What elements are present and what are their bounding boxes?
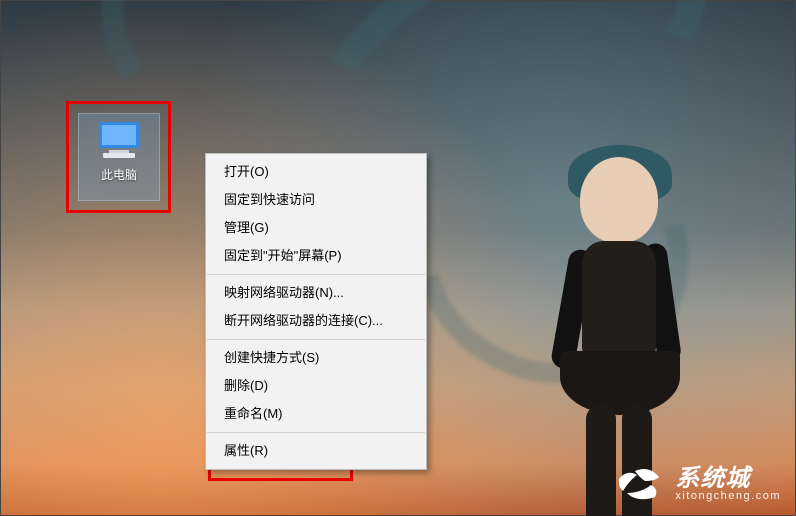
menu-item-rename[interactable]: 重命名(M) xyxy=(206,400,426,428)
wallpaper-figure xyxy=(490,45,730,515)
watermark-logo-icon xyxy=(615,463,665,505)
menu-item-delete[interactable]: 删除(D) xyxy=(206,372,426,400)
watermark-title: 系统城 xyxy=(675,466,781,491)
menu-separator xyxy=(207,339,425,340)
menu-item-pin-quick-access[interactable]: 固定到快速访问 xyxy=(206,186,426,214)
menu-item-open[interactable]: 打开(O) xyxy=(206,158,426,186)
desktop-icon-this-pc[interactable]: 此电脑 xyxy=(79,114,159,200)
menu-separator xyxy=(207,432,425,433)
menu-item-map-network-drive[interactable]: 映射网络驱动器(N)... xyxy=(206,279,426,307)
menu-item-disconnect-network-drive[interactable]: 断开网络驱动器的连接(C)... xyxy=(206,307,426,335)
menu-separator xyxy=(207,274,425,275)
context-menu: 打开(O) 固定到快速访问 管理(G) 固定到"开始"屏幕(P) 映射网络驱动器… xyxy=(205,153,427,470)
watermark-url: xitongcheng.com xyxy=(675,491,781,503)
menu-item-create-shortcut[interactable]: 创建快捷方式(S) xyxy=(206,344,426,372)
computer-icon xyxy=(95,120,143,160)
desktop-icon-label: 此电脑 xyxy=(101,166,137,183)
menu-item-properties[interactable]: 属性(R) xyxy=(206,437,426,465)
watermark: 系统城 xitongcheng.com xyxy=(615,463,781,505)
menu-item-manage[interactable]: 管理(G) xyxy=(206,214,426,242)
menu-item-pin-start[interactable]: 固定到"开始"屏幕(P) xyxy=(206,242,426,270)
